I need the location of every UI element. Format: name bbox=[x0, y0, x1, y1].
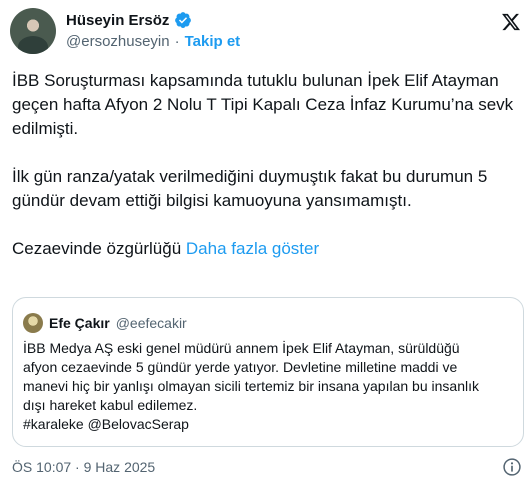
quoted-tweet-header: Efe Çakır @eefecakir bbox=[23, 313, 187, 333]
tweet-last-line: Cezaevinde özgürlüğü Daha fazla göster bbox=[12, 237, 517, 261]
separator-dot: · bbox=[75, 459, 80, 475]
quoted-text-line: manevi hiç bir yanlışı olmayan sicili te… bbox=[23, 378, 479, 394]
tweet-paragraph: İBB Soruşturması kapsamında tutuklu bulu… bbox=[12, 71, 514, 138]
tweet-date: 9 Haz 2025 bbox=[83, 459, 156, 475]
quoted-author-avatar bbox=[23, 313, 43, 333]
tweet-paragraph: İlk gün ranza/yatak verilmediğini duymuş… bbox=[12, 167, 488, 210]
tweet-time: ÖS 10:07 bbox=[12, 459, 72, 475]
quoted-text-line: afyon cezaevinde 5 gündür yerde yatıyor.… bbox=[23, 359, 458, 375]
quoted-author-name: Efe Çakır bbox=[49, 315, 110, 331]
tweet-text: İBB Soruşturması kapsamında tutuklu bulu… bbox=[12, 69, 517, 285]
quoted-text-line: İBB Medya AŞ eski genel müdürü annem İpe… bbox=[23, 340, 460, 356]
author-handle[interactable]: @ersozhuseyin bbox=[66, 33, 170, 50]
author-name-row: Hüseyin Ersöz bbox=[66, 11, 192, 29]
follow-button[interactable]: Takip et bbox=[185, 33, 241, 50]
separator-dot: · bbox=[174, 33, 180, 50]
author-avatar[interactable] bbox=[10, 8, 56, 54]
tweet-timestamp[interactable]: ÖS 10:07 · 9 Haz 2025 bbox=[12, 459, 155, 475]
tweet-truncated-text: Cezaevinde özgürlüğü bbox=[12, 239, 182, 258]
quoted-tweet-text: İBB Medya AŞ eski genel müdürü annem İpe… bbox=[23, 339, 515, 434]
tweet-card: Hüseyin Ersöz @ersozhuseyin · Takip et İ… bbox=[0, 0, 531, 485]
author-name[interactable]: Hüseyin Ersöz bbox=[66, 12, 169, 29]
verified-badge-icon bbox=[174, 11, 192, 29]
show-more-link[interactable]: Daha fazla göster bbox=[186, 239, 319, 258]
quoted-text-line: dışı hareket kabul edilemez. bbox=[23, 397, 198, 413]
author-handle-row: @ersozhuseyin · Takip et bbox=[66, 33, 240, 50]
quoted-tweet[interactable]: Efe Çakır @eefecakir İBB Medya AŞ eski g… bbox=[12, 297, 524, 447]
quoted-author-handle: @eefecakir bbox=[115, 315, 187, 331]
info-icon[interactable] bbox=[502, 457, 522, 482]
x-logo-icon[interactable] bbox=[501, 12, 521, 37]
quoted-text-line: #karaleke @BelovacSerap bbox=[23, 416, 189, 432]
